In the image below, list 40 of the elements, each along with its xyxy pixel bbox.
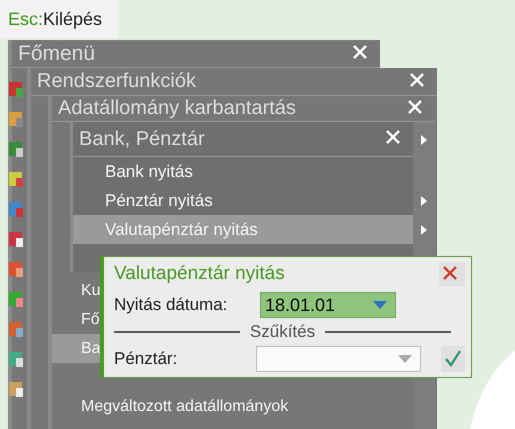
- field-label: Nyitás dátuma:: [114, 295, 228, 315]
- menu-title: Adatállomány karbantartás: [58, 97, 296, 120]
- exit-label: Kilépés: [43, 8, 102, 30]
- tile-icon[interactable]: [8, 260, 24, 278]
- confirm-button[interactable]: [441, 346, 465, 372]
- tile-icon[interactable]: [8, 110, 24, 128]
- menu-item[interactable]: Pénztár nyitás: [73, 186, 413, 215]
- section-label: Szűkítés: [250, 322, 316, 342]
- submenu-arrow-icon: [421, 196, 427, 206]
- tile-icon[interactable]: [8, 200, 24, 218]
- close-button[interactable]: [439, 262, 465, 286]
- menu-item[interactable]: Valutapénztár nyitás: [73, 215, 413, 244]
- tile-icon[interactable]: [8, 170, 24, 188]
- close-icon: [407, 98, 423, 114]
- date-field[interactable]: 18.01.01: [260, 292, 396, 318]
- close-icon: [385, 129, 401, 145]
- shortcut-key: Esc:: [8, 8, 44, 30]
- tile-icon[interactable]: [8, 380, 24, 398]
- submenu-arrow-icon: [421, 224, 427, 234]
- menu-title: Rendszerfunkciók: [37, 70, 196, 93]
- tile-icon[interactable]: [8, 320, 24, 338]
- close-icon: [352, 44, 368, 60]
- menu-item[interactable]: Bank nyitás: [73, 157, 413, 186]
- exit-hint[interactable]: Esc:Kilépés: [0, 0, 118, 38]
- tile-icon[interactable]: [8, 140, 24, 158]
- menu-title: Főmenü: [18, 42, 96, 66]
- check-icon: [444, 349, 462, 367]
- close-icon: [409, 72, 425, 88]
- tile-icon[interactable]: [8, 290, 24, 308]
- dropdown-icon: [373, 301, 387, 309]
- submenu-arrow-icon: [421, 134, 427, 144]
- tile-icon[interactable]: [8, 230, 24, 248]
- menu-title: Bank, Pénztár: [79, 128, 205, 150]
- dropdown-icon: [398, 355, 412, 363]
- tile-icon[interactable]: [8, 350, 24, 368]
- field-label: Pénztár:: [114, 349, 178, 369]
- dialog-title: Valutapénztár nyitás: [114, 263, 285, 285]
- tile-icon[interactable]: [8, 80, 24, 98]
- close-icon: [442, 265, 458, 281]
- menu-item[interactable]: Megváltozott adatállományok: [52, 392, 413, 421]
